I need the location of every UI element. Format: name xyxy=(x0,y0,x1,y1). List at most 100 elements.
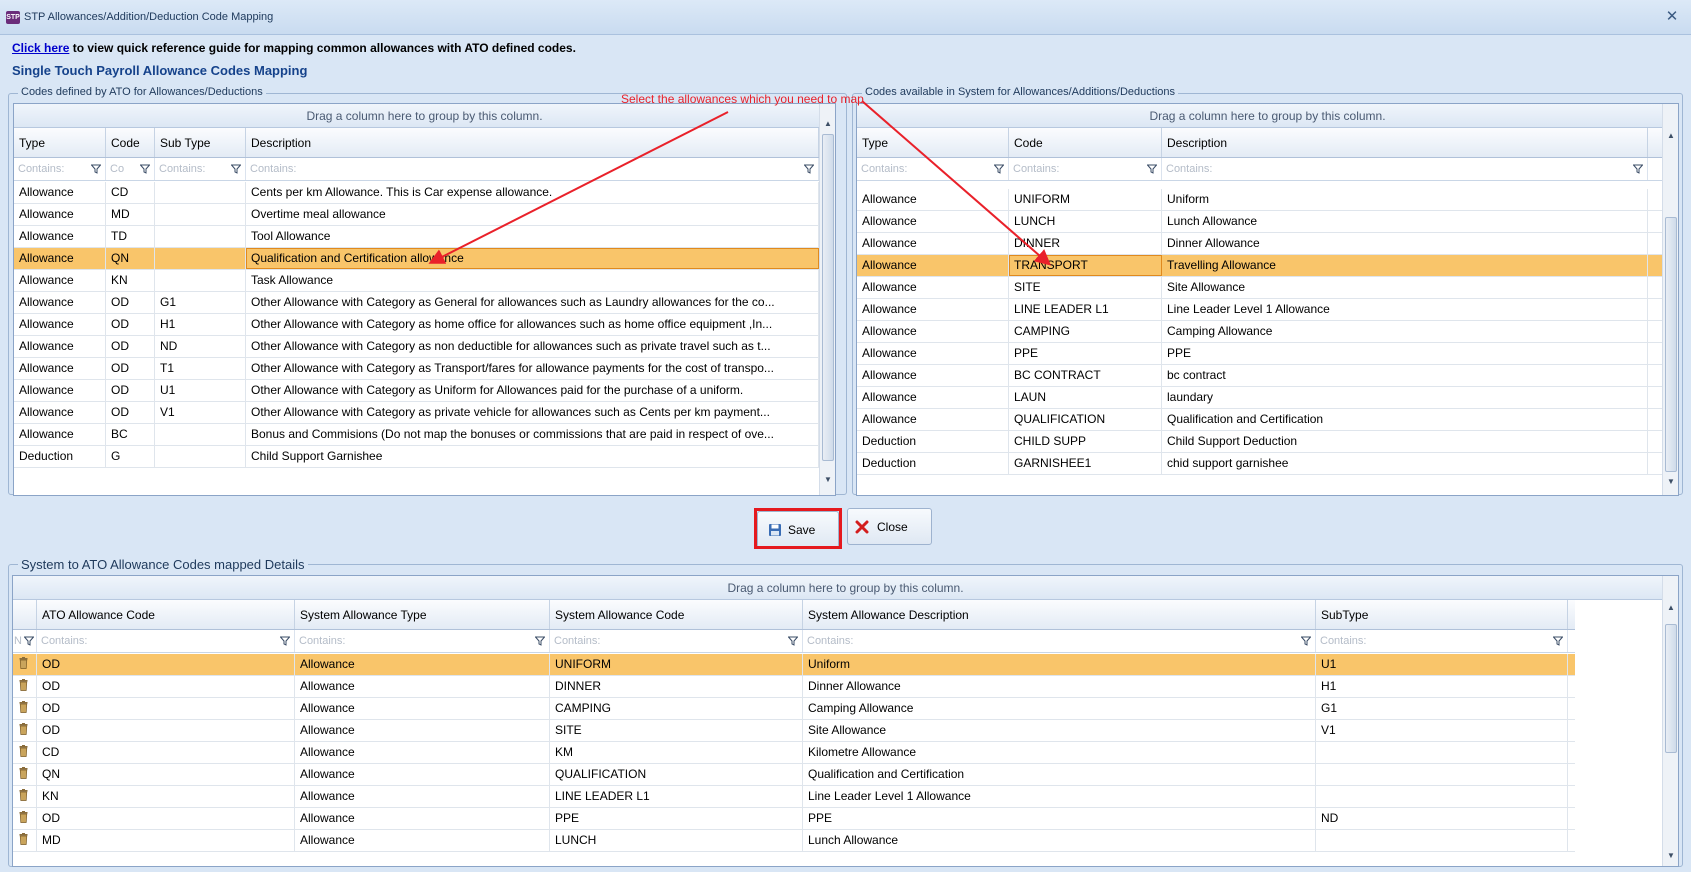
mapped-grid-row[interactable]: OD Allowance SITE Site Allowance V1 xyxy=(13,720,1575,742)
ato-col-code[interactable]: Code xyxy=(106,128,155,157)
ato-grid-cell[interactable]: Allowance xyxy=(14,182,106,203)
scroll-down-icon[interactable]: ▼ xyxy=(1663,848,1678,864)
scroll-up-icon[interactable]: ▲ xyxy=(820,116,835,132)
ato-grid-cell[interactable]: OD xyxy=(106,380,155,401)
mapped-grid-cell[interactable]: Dinner Allowance xyxy=(803,676,1316,697)
mapped-grid-delete-cell[interactable] xyxy=(13,676,37,697)
system-grid-cell[interactable]: QUALIFICATION xyxy=(1009,409,1162,430)
ato-col-subtype[interactable]: Sub Type xyxy=(155,128,246,157)
ato-grid-cell[interactable]: BC xyxy=(106,424,155,445)
filter-icon[interactable] xyxy=(91,164,101,174)
mapped-details-grid[interactable]: Drag a column here to group by this colu… xyxy=(12,575,1679,867)
ato-grid-cell[interactable]: Task Allowance xyxy=(246,270,819,291)
mapped-grid-cell[interactable]: Allowance xyxy=(295,742,550,763)
system-grid-row[interactable]: Deduction CHILD SUPP Child Support Deducti… xyxy=(857,431,1663,453)
mapped-grid-cell[interactable]: Lunch Allowance xyxy=(803,830,1316,851)
mapped-col-system-type[interactable]: System Allowance Type xyxy=(295,600,550,629)
mapped-grid-cell[interactable]: DINNER xyxy=(550,676,803,697)
system-vertical-scrollbar[interactable]: ▲ ▼ xyxy=(1662,104,1678,495)
mapped-grid-cell[interactable]: Line Leader Level 1 Allowance xyxy=(803,786,1316,807)
mapped-grid-cell[interactable]: Allowance xyxy=(295,808,550,829)
filter-icon[interactable] xyxy=(1301,636,1311,646)
ato-grid-cell[interactable] xyxy=(155,248,246,269)
system-grid-cell[interactable]: BC CONTRACT xyxy=(1009,365,1162,386)
trash-icon[interactable] xyxy=(19,789,28,801)
system-grid-row[interactable]: Allowance PPE PPE xyxy=(857,343,1663,365)
ato-grid-row[interactable]: Deduction G Child Support Garnishee xyxy=(14,446,819,468)
ato-grid-cell[interactable]: Allowance xyxy=(14,336,106,357)
mapped-grid-cell[interactable]: Camping Allowance xyxy=(803,698,1316,719)
scrollbar-thumb[interactable] xyxy=(1665,217,1677,472)
system-grid-cell[interactable]: Allowance xyxy=(857,299,1009,320)
scroll-up-icon[interactable]: ▲ xyxy=(1663,128,1678,144)
ato-grid-cell[interactable] xyxy=(155,182,246,203)
ato-grid-row[interactable]: Allowance TD Tool Allowance xyxy=(14,226,819,248)
system-grid-cell[interactable]: Line Leader Level 1 Allowance xyxy=(1162,299,1648,320)
ato-grid-cell[interactable]: G xyxy=(106,446,155,467)
trash-icon[interactable] xyxy=(19,679,28,691)
filter-icon[interactable] xyxy=(1147,164,1157,174)
system-grid-cell[interactable]: TRANSPORT xyxy=(1009,255,1162,276)
system-grid-cell[interactable]: CHILD SUPP xyxy=(1009,431,1162,452)
filter-icon[interactable] xyxy=(140,164,150,174)
trash-icon[interactable] xyxy=(19,657,28,669)
mapped-col-system-code[interactable]: System Allowance Code xyxy=(550,600,803,629)
system-grid-cell[interactable]: Allowance xyxy=(857,343,1009,364)
mapped-grid-cell[interactable]: Allowance xyxy=(295,830,550,851)
scrollbar-thumb[interactable] xyxy=(1665,624,1677,753)
mapped-grid-row[interactable]: MD Allowance LUNCH Lunch Allowance xyxy=(13,830,1575,852)
mapped-grid-cell[interactable]: LINE LEADER L1 xyxy=(550,786,803,807)
system-grid-cell[interactable]: LINE LEADER L1 xyxy=(1009,299,1162,320)
ato-grid-cell[interactable]: ND xyxy=(155,336,246,357)
filter-icon[interactable] xyxy=(788,636,798,646)
trash-icon[interactable] xyxy=(19,701,28,713)
ato-grid-cell[interactable]: Other Allowance with Category as home of… xyxy=(246,314,819,335)
ato-grid-cell[interactable]: TD xyxy=(106,226,155,247)
mapped-grid-cell[interactable]: KM xyxy=(550,742,803,763)
mapped-grid-cell[interactable]: Site Allowance xyxy=(803,720,1316,741)
scrollbar-thumb[interactable] xyxy=(822,134,834,461)
system-grid-cell[interactable]: Travelling Allowance xyxy=(1162,255,1648,276)
mapped-grid-cell[interactable]: V1 xyxy=(1316,720,1568,741)
ato-grid-cell[interactable] xyxy=(155,446,246,467)
system-grid-row[interactable]: Allowance CAMPING Camping Allowance xyxy=(857,321,1663,343)
mapped-grid-delete-cell[interactable] xyxy=(13,786,37,807)
mapped-grid-delete-cell[interactable] xyxy=(13,720,37,741)
ato-grid-cell[interactable]: QN xyxy=(106,248,155,269)
mapped-grid-cell[interactable]: CAMPING xyxy=(550,698,803,719)
ato-codes-grid[interactable]: Drag a column here to group by this colu… xyxy=(13,103,836,496)
system-grid-cell[interactable]: Site Allowance xyxy=(1162,277,1648,298)
trash-icon[interactable] xyxy=(19,833,28,845)
ato-filter-code[interactable]: Co xyxy=(106,158,155,180)
system-grid-row[interactable]: Allowance LINE LEADER L1 Line Leader Level… xyxy=(857,299,1663,321)
scroll-down-icon[interactable]: ▼ xyxy=(820,472,835,488)
system-grid-cell[interactable]: UNIFORM xyxy=(1009,189,1162,210)
ato-grid-cell[interactable] xyxy=(155,270,246,291)
mapped-grid-cell[interactable]: H1 xyxy=(1316,676,1568,697)
mapped-filter-system-type[interactable]: Contains: xyxy=(295,630,550,652)
system-col-description[interactable]: Description xyxy=(1162,128,1648,157)
mapped-grid-cell[interactable]: QN xyxy=(37,764,295,785)
ato-grid-row[interactable]: Allowance OD G1 Other Allowance with Catego… xyxy=(14,292,819,314)
ato-grid-row[interactable]: Allowance MD Overtime meal allowance xyxy=(14,204,819,226)
scroll-up-icon[interactable]: ▲ xyxy=(1663,600,1678,616)
mapped-grid-cell[interactable]: Allowance xyxy=(295,698,550,719)
reference-guide-link[interactable]: Click here xyxy=(12,41,69,55)
ato-filter-description[interactable]: Contains: xyxy=(246,158,819,180)
system-grid-cell[interactable]: SITE xyxy=(1009,277,1162,298)
system-filter-description[interactable]: Contains: xyxy=(1162,158,1648,180)
system-grid-cell[interactable]: Lunch Allowance xyxy=(1162,211,1648,232)
window-close-button[interactable]: ✕ xyxy=(1661,7,1683,27)
mapped-filter-system-code[interactable]: Contains: xyxy=(550,630,803,652)
system-grid-cell[interactable]: Camping Allowance xyxy=(1162,321,1648,342)
mapped-grid-cell[interactable]: SITE xyxy=(550,720,803,741)
system-grid-row[interactable]: Allowance QUALIFICATION Qualification and … xyxy=(857,409,1663,431)
filter-icon[interactable] xyxy=(1553,636,1563,646)
mapped-grid-cell[interactable]: PPE xyxy=(803,808,1316,829)
system-filter-code[interactable]: Contains: xyxy=(1009,158,1162,180)
ato-grid-cell[interactable]: Allowance xyxy=(14,270,106,291)
system-grid-cell[interactable]: GARNISHEE1 xyxy=(1009,453,1162,474)
mapped-grid-row[interactable]: KN Allowance LINE LEADER L1 Line Leader Lev… xyxy=(13,786,1575,808)
mapped-vertical-scrollbar[interactable]: ▲ ▼ xyxy=(1662,576,1678,866)
ato-grid-cell[interactable]: Allowance xyxy=(14,226,106,247)
